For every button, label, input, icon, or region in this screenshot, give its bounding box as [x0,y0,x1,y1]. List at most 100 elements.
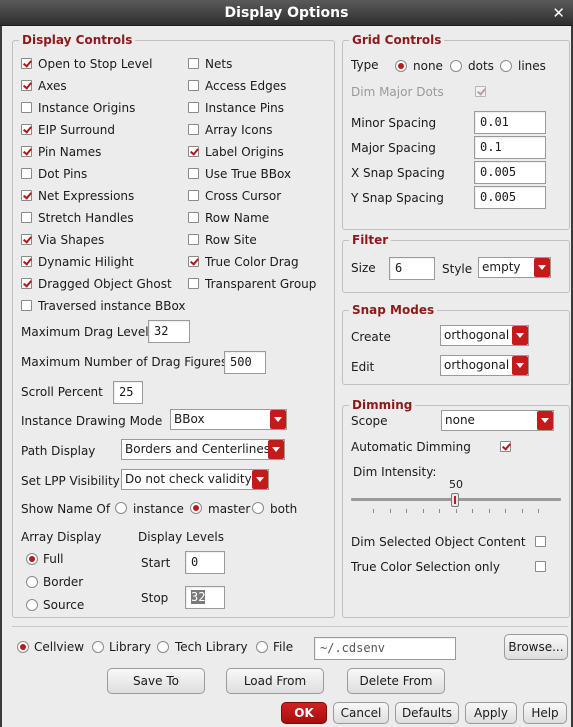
row-site-checkbox[interactable] [188,234,199,245]
dim-selected-checkbox[interactable] [535,536,546,547]
use-true-bbox-checkbox[interactable] [188,168,199,179]
transparent-group-checkbox[interactable] [188,278,199,289]
dim-major-dots-checkbox[interactable] [475,86,486,97]
dimming-scope-value: none [445,413,475,427]
file-path-field[interactable]: ~/.cdsenv [314,637,456,660]
chevron-down-icon [537,411,553,430]
dimming-scope-select[interactable]: none [441,410,554,431]
automatic-dimming-checkbox[interactable] [500,441,511,452]
filter-style-select[interactable]: empty [478,257,551,278]
delete-from-button[interactable]: Delete From [347,668,445,694]
dimming-scope-label: Scope [351,414,388,428]
max-drag-figures-label: Maximum Number of Drag Figures [21,355,228,369]
dim-intensity-slider-handle[interactable] [451,493,459,507]
pin-names-checkbox[interactable] [21,146,32,157]
slider-tick [373,509,374,513]
traversed-instance-bbox-checkbox[interactable] [21,300,32,311]
array-display-source-radio[interactable] [26,599,38,611]
max-drag-level-field[interactable]: 32 [148,320,190,343]
dim-major-dots-label: Dim Major Dots [351,85,444,99]
array-icons-checkbox[interactable] [188,124,199,135]
show-name-master-radio[interactable] [190,502,202,514]
instance-origins-label: Instance Origins [38,101,136,115]
path-display-select[interactable]: Borders and Centerlines [121,439,285,460]
slider-tick [406,509,407,513]
grid-type-dots-label: dots [468,59,494,73]
ok-button[interactable]: OK [281,702,327,724]
stretch-handles-checkbox[interactable] [21,212,32,223]
browse-button[interactable]: Browse... [504,634,568,660]
source-cellview-radio[interactable] [17,641,29,653]
eip-surround-label: EIP Surround [38,123,115,137]
apply-button[interactable]: Apply [465,702,517,724]
nets-checkbox[interactable] [188,58,199,69]
array-display-border-radio[interactable] [26,576,38,588]
true-color-drag-checkbox[interactable] [188,256,199,267]
instance-drawing-mode-select[interactable]: BBox [170,409,287,430]
source-tech-library-label: Tech Library [175,640,248,654]
close-icon[interactable]: ✕ [552,0,565,26]
source-library-radio[interactable] [92,641,104,653]
dragged-object-ghost-checkbox[interactable] [21,278,32,289]
x-snap-spacing-field[interactable]: 0.005 [474,161,546,184]
x-snap-spacing-label: X Snap Spacing [351,166,445,180]
save-to-button[interactable]: Save To [107,668,205,694]
grid-type-none-radio[interactable] [395,60,407,72]
max-drag-figures-field[interactable]: 500 [224,351,266,374]
help-button[interactable]: Help [523,702,567,724]
chevron-down-icon [512,326,528,345]
minor-spacing-field[interactable]: 0.01 [474,111,546,134]
instance-pins-label: Instance Pins [205,101,285,115]
eip-surround-checkbox[interactable] [21,124,32,135]
major-spacing-field[interactable]: 0.1 [474,136,546,159]
y-snap-spacing-label: Y Snap Spacing [351,191,444,205]
source-cellview-label: Cellview [34,640,85,654]
show-name-instance-radio[interactable] [115,502,127,514]
label-origins-checkbox[interactable] [188,146,199,157]
snap-edit-value: orthogonal [444,358,510,372]
slider-tick [389,509,391,513]
source-tech-library-radio[interactable] [157,641,169,653]
instance-drawing-mode-label: Instance Drawing Mode [21,414,163,428]
cross-cursor-checkbox[interactable] [188,190,199,201]
filter-size-field[interactable]: 6 [389,257,435,280]
snap-edit-select[interactable]: orthogonal [440,355,529,376]
net-expressions-checkbox[interactable] [21,190,32,201]
transparent-group-label: Transparent Group [205,277,317,291]
grid-type-dots-radio[interactable] [450,60,462,72]
true-color-selection-label: True Color Selection only [351,560,500,574]
scroll-percent-field[interactable]: 25 [113,381,143,404]
axes-checkbox[interactable] [21,80,32,91]
show-name-both-radio[interactable] [252,502,264,514]
dynamic-hilight-checkbox[interactable] [21,256,32,267]
grid-type-lines-radio[interactable] [500,60,512,72]
defaults-button[interactable]: Defaults [395,702,459,724]
snap-create-select[interactable]: orthogonal [440,325,529,346]
source-library-label: Library [109,640,151,654]
open-to-stop-level-checkbox[interactable] [21,58,32,69]
display-levels-stop-value: 32 [191,590,206,604]
pin-names-label: Pin Names [38,145,102,159]
stretch-handles-label: Stretch Handles [38,211,134,225]
display-levels-stop-field[interactable]: 32 [185,586,225,609]
set-lpp-visibility-select[interactable]: Do not check validity [121,469,269,490]
minor-spacing-label: Minor Spacing [351,116,437,130]
cancel-button[interactable]: Cancel [333,702,389,724]
snap-edit-label: Edit [351,360,375,374]
display-controls-title: Display Controls [19,33,136,47]
row-name-checkbox[interactable] [188,212,199,223]
source-file-radio[interactable] [256,641,268,653]
dot-pins-checkbox[interactable] [21,168,32,179]
load-from-button[interactable]: Load From [226,668,324,694]
y-snap-spacing-field[interactable]: 0.005 [474,186,546,209]
via-shapes-checkbox[interactable] [21,234,32,245]
set-lpp-visibility-label: Set LPP Visibility [21,474,120,488]
instance-origins-checkbox[interactable] [21,102,32,113]
true-color-selection-checkbox[interactable] [535,561,546,572]
show-name-master-label: master [208,502,251,516]
instance-pins-checkbox[interactable] [188,102,199,113]
array-display-full-radio[interactable] [26,553,38,565]
use-true-bbox-label: Use True BBox [205,167,292,181]
display-levels-start-field[interactable]: 0 [185,551,225,574]
access-edges-checkbox[interactable] [188,80,199,91]
